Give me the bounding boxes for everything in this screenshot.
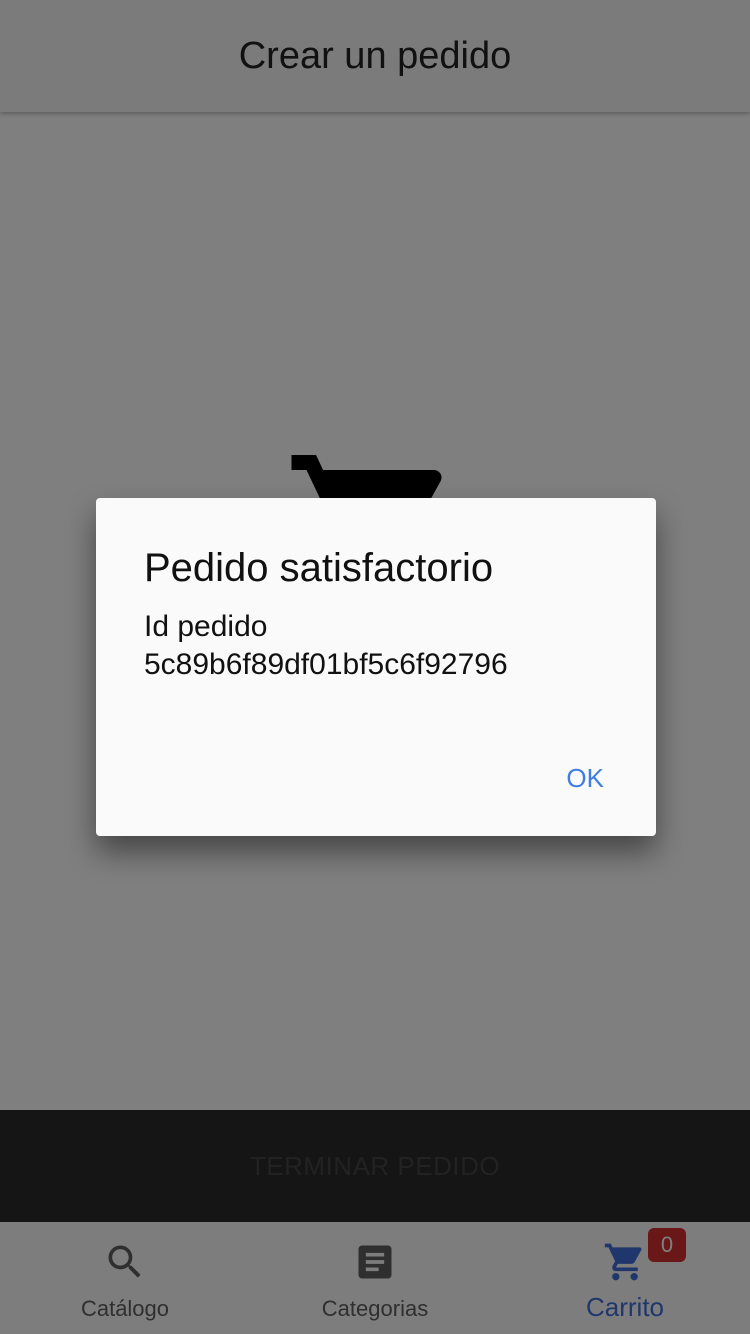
order-success-dialog: Pedido satisfactorio Id pedido 5c89b6f89… (96, 498, 656, 836)
ok-button[interactable]: OK (550, 755, 620, 802)
order-id-label: Id pedido (144, 610, 268, 643)
order-id-value: 5c89b6f89df01bf5c6f92796 (144, 648, 508, 681)
screen: Crear un pedido TERMINAR PEDIDO Catálogo… (0, 0, 750, 1334)
dialog-title: Pedido satisfactorio (144, 546, 494, 590)
dialog-body: Id pedido 5c89b6f89df01bf5c6f92796 (144, 608, 614, 684)
